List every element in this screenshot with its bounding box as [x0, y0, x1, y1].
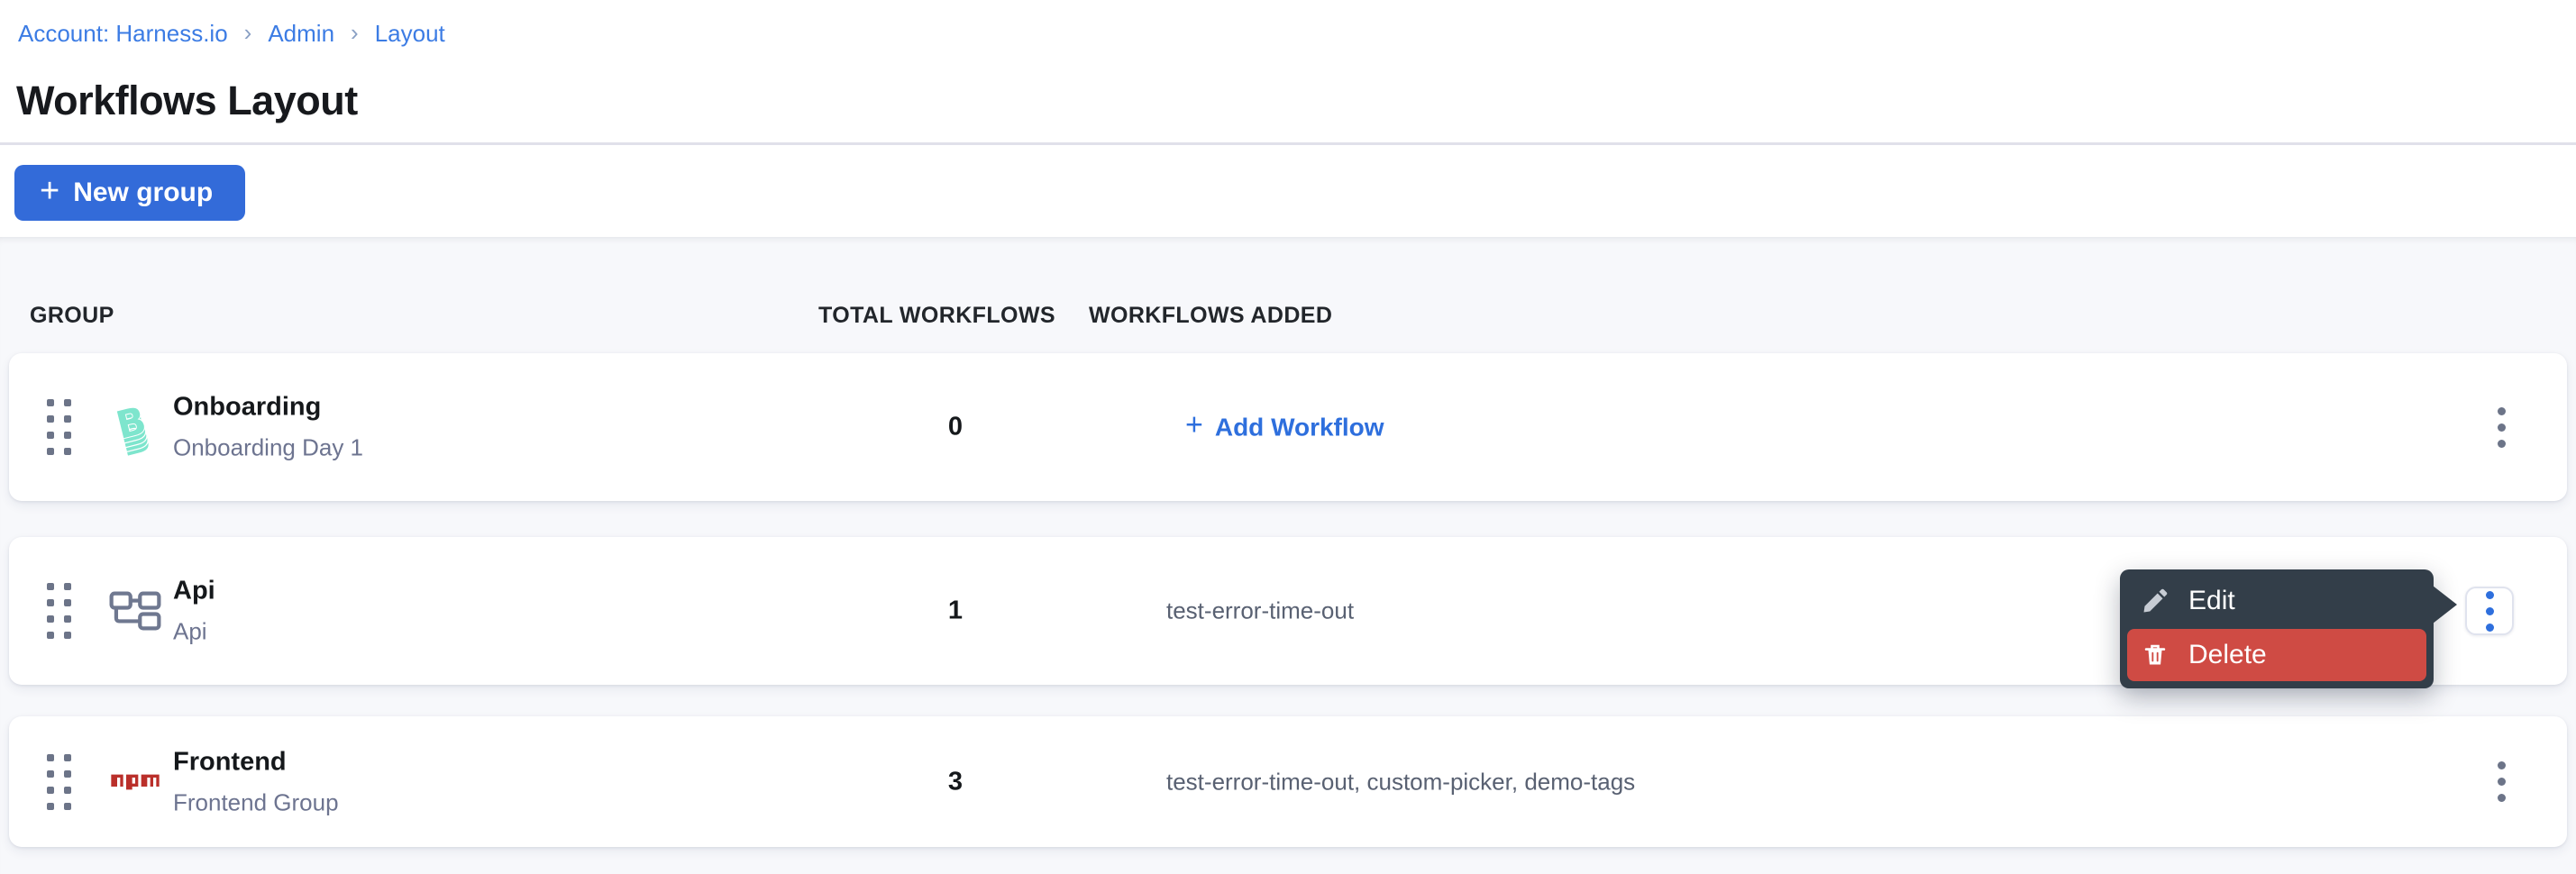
add-workflow-label: Add Workflow	[1215, 413, 1384, 442]
pencil-icon	[2142, 587, 2169, 615]
breadcrumb-account-link[interactable]: Account: Harness.io	[18, 20, 228, 48]
new-group-button[interactable]: + New group	[14, 165, 245, 221]
table-row: Frontend Frontend Group 3 test-error-tim…	[9, 716, 2567, 847]
breadcrumb-layout-link[interactable]: Layout	[375, 20, 445, 48]
workflows-added-list: test-error-time-out, custom-picker, demo…	[1166, 768, 1635, 796]
total-workflows-count: 0	[856, 413, 1055, 442]
total-workflows-count: 1	[856, 596, 1055, 626]
group-description: Frontend Group	[173, 788, 339, 816]
npm-logo-icon	[103, 771, 168, 793]
svg-text:B: B	[112, 398, 151, 448]
row-menu-kebab-icon[interactable]	[2477, 758, 2526, 806]
group-name-block: Frontend Frontend Group	[173, 747, 339, 816]
group-name: Onboarding	[173, 393, 363, 423]
breadcrumb: Account: Harness.io › Admin › Layout	[18, 18, 445, 49]
trash-icon	[2142, 642, 2169, 669]
workflows-added-list: test-error-time-out	[1166, 597, 1354, 625]
page-title: Workflows Layout	[16, 77, 358, 124]
row-menu-kebab-icon[interactable]	[2477, 403, 2526, 451]
menu-item-label: Edit	[2188, 586, 2235, 616]
menu-item-delete[interactable]: Delete	[2127, 629, 2426, 681]
group-name: Frontend	[173, 747, 339, 777]
toolbar: + New group	[0, 145, 2576, 237]
row-menu-kebab-icon[interactable]	[2465, 587, 2514, 635]
group-description: Api	[173, 618, 215, 646]
breadcrumb-separator-icon: ›	[351, 19, 359, 47]
table-row: B B B B B Onboarding Onboarding Day 1 0 …	[9, 353, 2567, 501]
total-workflows-count: 3	[856, 767, 1055, 797]
column-header-total-workflows: TOTAL WORKFLOWS	[818, 303, 1055, 329]
breadcrumb-separator-icon: ›	[244, 19, 252, 47]
add-workflow-button[interactable]: + Add Workflow	[1185, 410, 1384, 445]
menu-item-edit[interactable]: Edit	[2127, 573, 2426, 629]
column-header-group: GROUP	[30, 303, 114, 329]
group-name-block: Onboarding Onboarding Day 1	[173, 393, 363, 462]
drag-handle[interactable]	[47, 583, 71, 639]
column-header-workflows-added: WORKFLOWS ADDED	[1089, 303, 1332, 329]
group-description: Onboarding Day 1	[173, 434, 363, 462]
breadcrumb-admin-link[interactable]: Admin	[268, 20, 334, 48]
context-menu-arrow	[2433, 586, 2457, 624]
workflow-diagram-icon	[103, 590, 168, 632]
drag-handle[interactable]	[47, 399, 71, 455]
drag-handle[interactable]	[47, 754, 71, 810]
new-group-button-label: New group	[73, 178, 213, 208]
stacked-b-logo-icon: B B B B B	[103, 397, 168, 457]
plus-icon: +	[40, 174, 59, 208]
plus-icon: +	[1185, 408, 1203, 443]
group-name: Api	[173, 577, 215, 606]
group-name-block: Api Api	[173, 577, 215, 646]
menu-item-label: Delete	[2188, 640, 2267, 670]
row-context-menu: Edit Delete	[2120, 569, 2434, 688]
